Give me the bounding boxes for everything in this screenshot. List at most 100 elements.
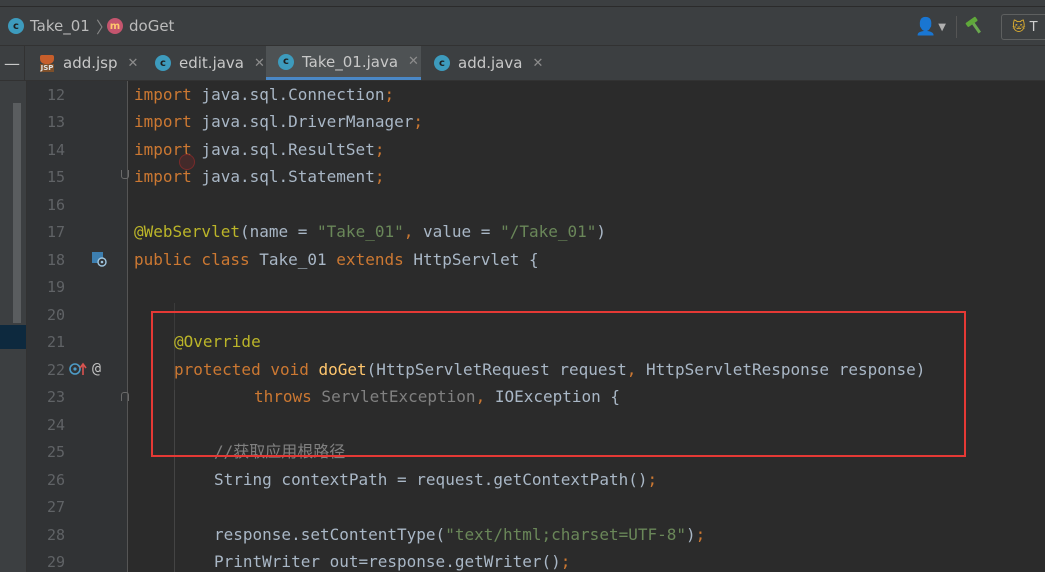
class-icon: c: [155, 55, 171, 71]
semicolon: ;: [695, 525, 706, 544]
title-bar-edge: [0, 0, 1045, 7]
semicolon: ;: [647, 470, 658, 489]
editor-gutter: 12 13 14 15 16 17 18 19 20 21 22 23 24 2…: [27, 81, 129, 572]
tool-window-strip: [0, 81, 27, 572]
code-line-21: @Override: [174, 332, 261, 352]
servlet-gutter-icon[interactable]: [91, 251, 107, 272]
code-text: java.sql.DriverManager: [191, 112, 414, 131]
code-line-13: import java.sql.DriverManager;: [134, 112, 423, 132]
code-text: ): [596, 222, 607, 241]
semicolon: ;: [560, 552, 571, 571]
code-line-14: import java.sql.ResultSet;: [134, 140, 384, 160]
tab-add-java[interactable]: c add.java ✕: [422, 46, 546, 80]
code-line-26: String contextPath = request.getContextP…: [214, 470, 657, 490]
code-text: java.sql.Connection: [191, 85, 385, 104]
code-line-12: import java.sql.Connection;: [134, 85, 394, 105]
code-line-28: response.setContentType("text/html;chars…: [214, 525, 705, 545]
keyword: import: [134, 112, 192, 131]
line-number: 25: [46, 443, 65, 461]
comma: ,: [475, 387, 486, 406]
semicolon: ;: [374, 140, 385, 159]
code-line-29: PrintWriter out=response.getWriter();: [214, 552, 570, 572]
toolbar-right: 👤 ▼ 🐱 T: [915, 14, 1045, 40]
breadcrumb-method-label: doGet: [129, 17, 175, 35]
keyword: extends: [336, 250, 404, 269]
code-text: PrintWriter out=response.getWriter(): [214, 552, 561, 571]
line-number: 28: [46, 526, 65, 544]
user-icon[interactable]: 👤: [915, 17, 936, 37]
line-number: 21: [46, 333, 65, 351]
method-name: doGet: [318, 360, 367, 379]
line-number: 13: [46, 113, 65, 131]
code-line-18: public class Take_01 extends HttpServlet…: [134, 250, 539, 270]
code-editor[interactable]: import java.sql.Connection; import java.…: [128, 81, 1045, 572]
selected-tool-marker: [0, 325, 26, 349]
code-text: HttpServletResponse response): [636, 360, 926, 379]
comment: //获取应用根路径: [214, 442, 346, 461]
keyword: import: [134, 85, 192, 104]
code-text: String contextPath = request.getContextP…: [214, 470, 648, 489]
code-line-23: throws ServletException, IOException {: [254, 387, 620, 407]
method-icon: m: [107, 18, 123, 34]
code-text: ): [686, 525, 696, 544]
semicolon: ;: [384, 85, 395, 104]
line-number: 14: [46, 141, 65, 159]
overrides-method-icon[interactable]: [69, 361, 89, 382]
line-number: 20: [46, 306, 65, 324]
code-line-15: import java.sql.Statement;: [134, 167, 384, 187]
tab-label: add.java: [458, 54, 523, 72]
close-icon[interactable]: ✕: [408, 54, 419, 69]
tab-label: Take_01.java: [302, 52, 399, 71]
indent-guide: [174, 390, 175, 572]
class-name: Take_01: [249, 250, 337, 269]
keyword: public class: [134, 250, 250, 269]
code-text: (HttpServletRequest request: [366, 360, 627, 379]
annotation: @WebServlet: [134, 222, 240, 241]
breadcrumb-class-label: Take_01: [30, 17, 90, 35]
tomcat-icon: 🐱: [1012, 19, 1026, 35]
line-number: 15: [46, 168, 65, 186]
run-configuration-select[interactable]: 🐱 T: [1001, 14, 1045, 40]
tab-edit-java[interactable]: c edit.java ✕: [143, 46, 265, 80]
unused-exception: ServletException: [311, 387, 476, 406]
toolbar-divider: [956, 16, 957, 38]
line-number: 18: [46, 251, 65, 269]
comma: ,: [626, 360, 637, 379]
code-text: IOException {: [485, 387, 621, 406]
close-icon[interactable]: ✕: [128, 56, 139, 71]
tab-add-jsp[interactable]: JSP add.jsp ✕: [26, 46, 142, 80]
line-number: 19: [46, 278, 65, 296]
breadcrumb-method[interactable]: m doGet: [107, 16, 174, 36]
code-line-17: @WebServlet(name = "Take_01", value = "/…: [134, 222, 606, 242]
collapse-icon[interactable]: —: [0, 46, 25, 80]
line-number: 16: [46, 196, 65, 214]
line-number: 24: [46, 416, 65, 434]
close-icon[interactable]: ✕: [532, 56, 543, 71]
editor-tab-bar: — JSP add.jsp ✕ c edit.java ✕ c Take_01.…: [0, 46, 1045, 81]
line-number: 17: [46, 223, 65, 241]
annotation: @Override: [174, 332, 261, 351]
line-number: 27: [46, 498, 65, 516]
line-number: 26: [46, 471, 65, 489]
class-icon: c: [278, 53, 294, 70]
comma: ,: [403, 222, 414, 241]
build-hammer-icon[interactable]: [965, 15, 985, 40]
line-number: 22: [46, 361, 65, 379]
keyword: throws: [254, 387, 312, 406]
tab-take-01-java[interactable]: c Take_01.java ✕: [266, 46, 421, 80]
chevron-down-icon[interactable]: ▼: [938, 22, 946, 33]
class-icon: c: [434, 55, 450, 71]
string-literal: "text/html;charset=UTF-8": [445, 525, 687, 544]
semicolon: ;: [374, 167, 385, 186]
semicolon: ;: [413, 112, 423, 131]
close-icon[interactable]: ✕: [254, 56, 265, 71]
scrollbar-thumb[interactable]: [13, 103, 21, 323]
code-text: HttpServlet {: [403, 250, 539, 269]
code-text: (name =: [239, 222, 318, 241]
string-literal: "/Take_01": [500, 222, 597, 241]
code-text: response.setContentType(: [214, 525, 446, 544]
code-line-25: //获取应用根路径: [214, 442, 345, 462]
breadcrumb-class[interactable]: c Take_01: [8, 16, 90, 36]
annotation-at-icon[interactable]: @: [92, 360, 101, 376]
cursor-indicator: [179, 154, 195, 170]
